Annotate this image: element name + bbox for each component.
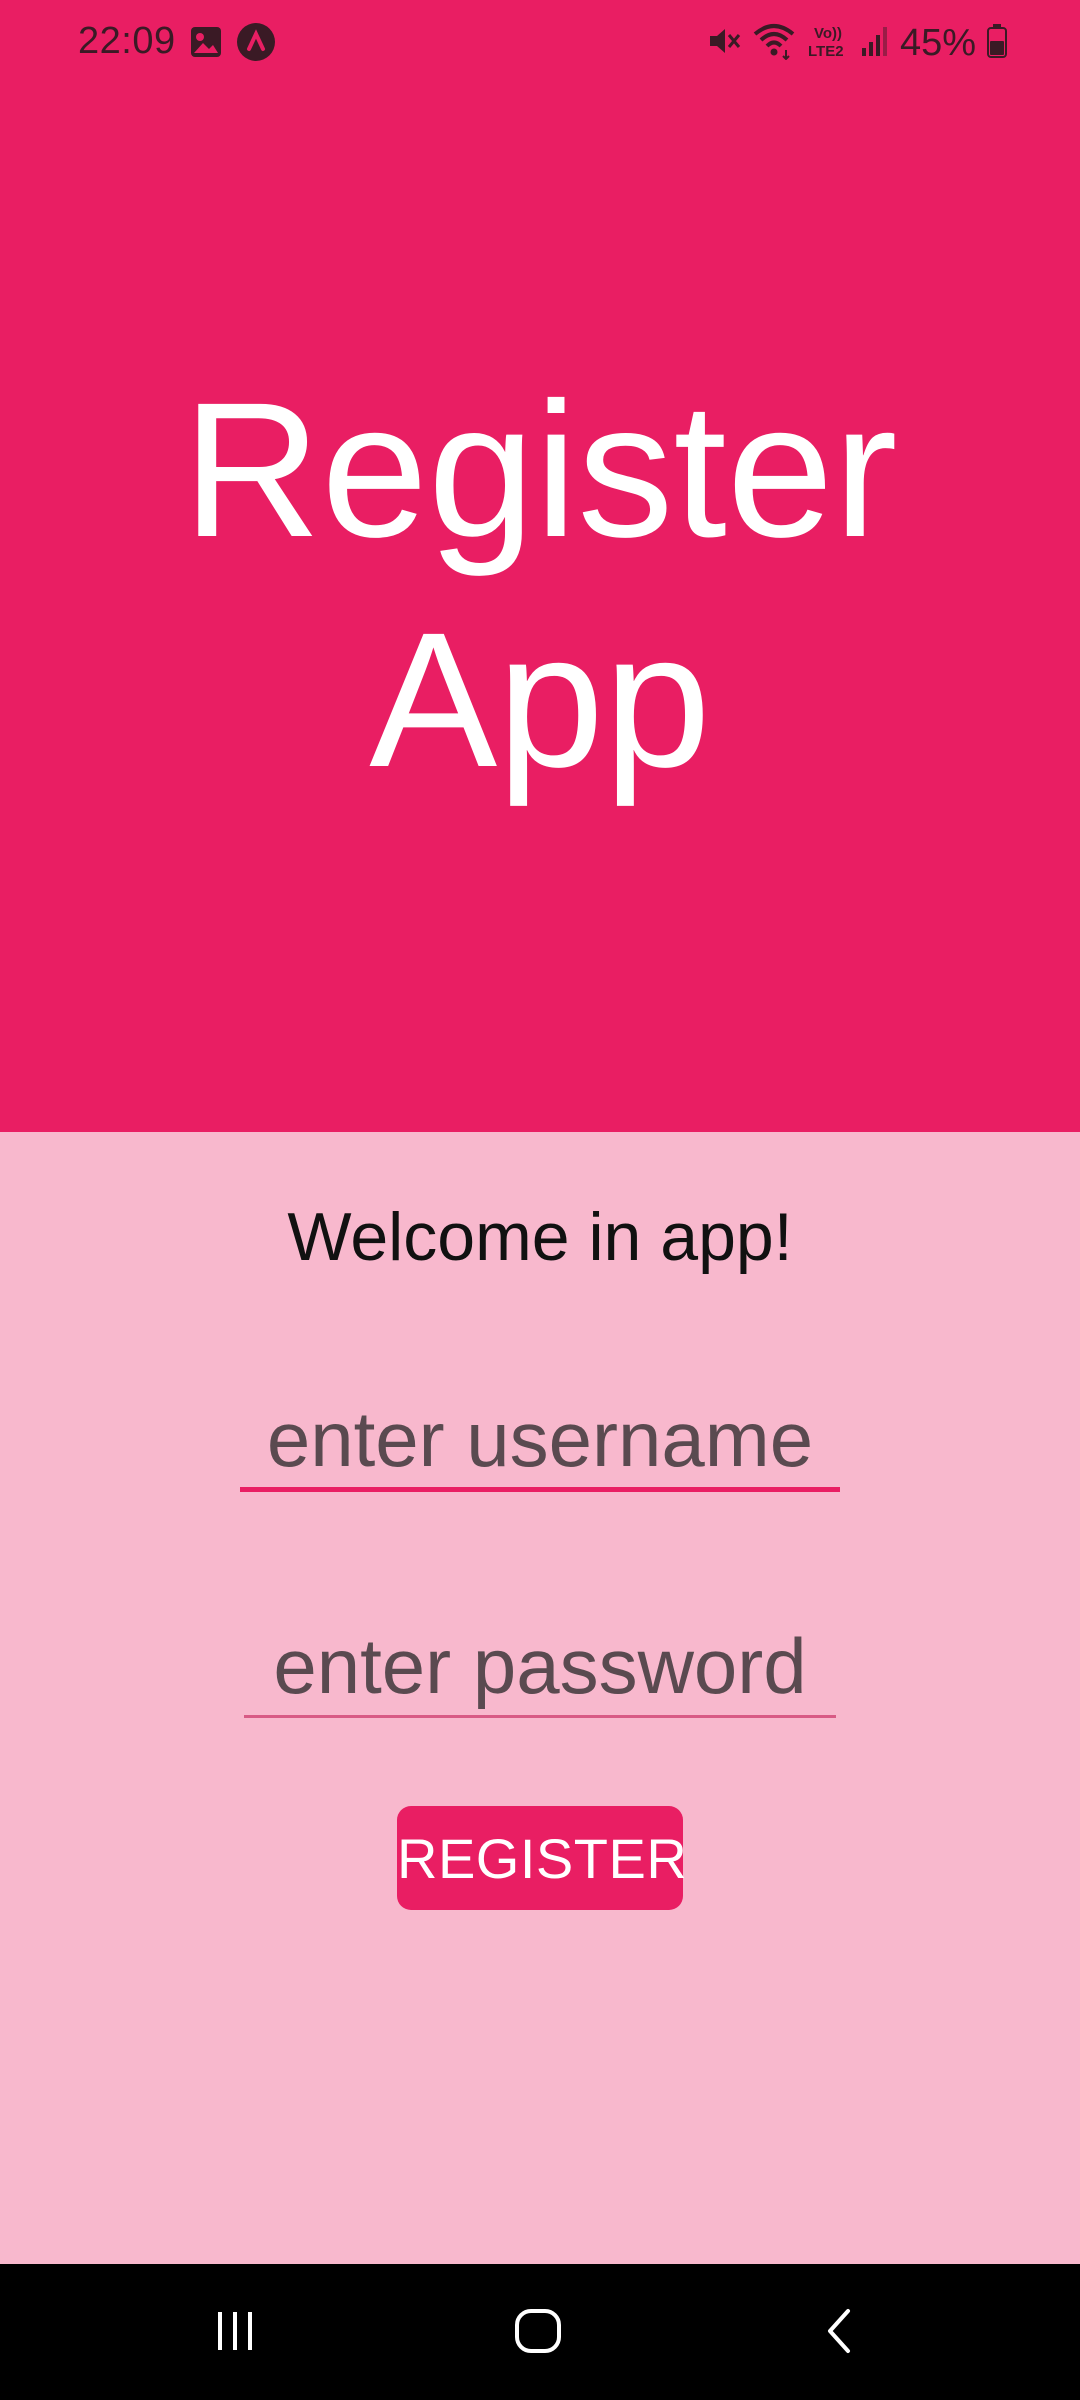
home-button[interactable] — [498, 2300, 578, 2366]
svg-text:Vo)): Vo)) — [814, 25, 842, 42]
username-input[interactable] — [240, 1392, 840, 1492]
battery-percentage: 45% — [899, 21, 976, 64]
recent-apps-icon — [210, 2308, 260, 2359]
wifi-icon — [752, 22, 796, 65]
password-input[interactable] — [244, 1618, 836, 1718]
mute-icon — [706, 23, 742, 64]
app-notification-icon — [236, 22, 276, 67]
svg-text:LTE2: LTE2 — [808, 43, 844, 60]
app-title: Register App — [0, 355, 1080, 815]
battery-icon — [986, 23, 1008, 64]
welcome-text: Welcome in app! — [287, 1199, 793, 1275]
back-button[interactable] — [800, 2300, 880, 2366]
app-title-line2: App — [369, 592, 711, 807]
volte-lte2-icon: Vo)) LTE2 — [806, 22, 850, 65]
status-bar: 22:09 Vo)) LTE2 45% — [0, 0, 1080, 88]
image-icon — [188, 24, 224, 65]
signal-icon — [860, 24, 890, 63]
app-title-line1: Register — [182, 362, 898, 577]
register-button[interactable]: REGISTER — [397, 1806, 687, 1910]
status-time: 22:09 — [78, 20, 176, 62]
back-icon — [820, 2305, 860, 2362]
home-icon — [512, 2305, 564, 2362]
recent-apps-button[interactable] — [195, 2300, 275, 2366]
